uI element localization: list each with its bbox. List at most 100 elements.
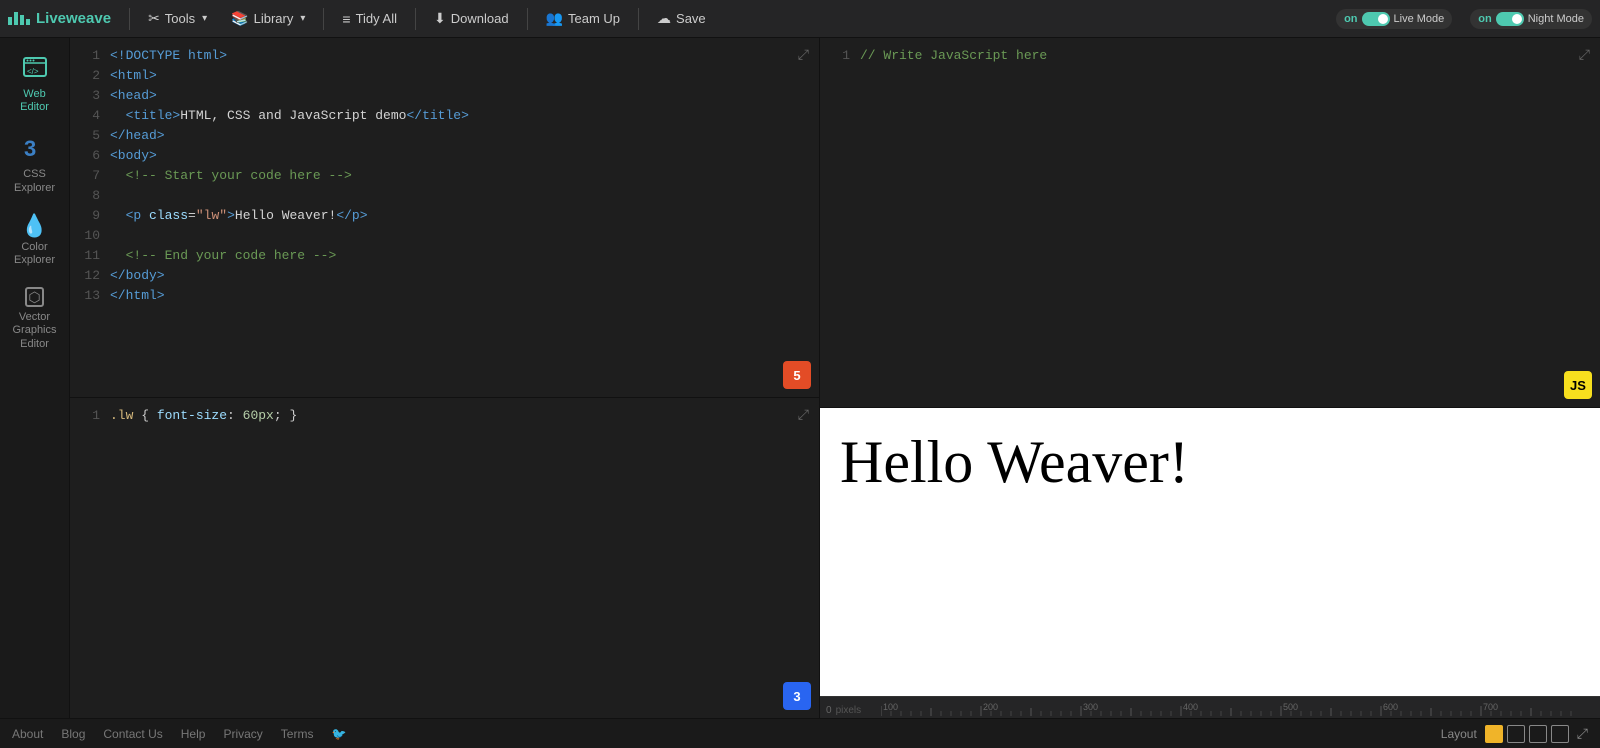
brand-name: Liveweave: [36, 10, 111, 27]
teamup-label: Team Up: [568, 11, 620, 26]
preview-panel: Hello Weaver! 0 pixels 100 200: [820, 408, 1600, 718]
js-code-content[interactable]: // Write JavaScript here: [856, 38, 1600, 407]
html-line-numbers: 12345 678910 111213: [70, 38, 106, 397]
nav-separator-5: [638, 8, 639, 30]
layout-icon-2[interactable]: [1507, 725, 1525, 743]
save-button[interactable]: ☁ Save: [647, 6, 716, 31]
svg-text:400: 400: [1183, 702, 1198, 712]
css-editor[interactable]: 1 .lw { font-size: 60px; }: [70, 398, 819, 718]
footer-blog[interactable]: Blog: [61, 727, 85, 741]
layout-icons: [1485, 725, 1569, 743]
html-expand-button[interactable]: ⤢: [796, 44, 811, 65]
sidebar-item-css-explorer[interactable]: 3 CSSExplorer: [4, 126, 66, 202]
tools-icon: ✂: [148, 10, 160, 27]
css-explorer-icon: 3: [22, 134, 48, 164]
download-label: Download: [451, 11, 509, 26]
vector-graphics-icon: ⬡: [25, 287, 43, 307]
html-editor[interactable]: 12345 678910 111213 <!DOCTYPE html> <htm…: [70, 38, 819, 397]
js-expand-button[interactable]: ⤢: [1577, 44, 1592, 65]
css-explorer-label: CSSExplorer: [14, 168, 55, 194]
html-badge: 5: [783, 361, 811, 389]
css-panel: ⤢ 1 .lw { font-size: 60px; } 3: [70, 398, 819, 718]
tools-button[interactable]: ✂ Tools ▾: [138, 6, 217, 31]
color-explorer-icon: 💧: [21, 215, 48, 237]
nav-separator-3: [415, 8, 416, 30]
layout-icon-4[interactable]: [1551, 725, 1569, 743]
footer: About Blog Contact Us Help Privacy Terms…: [0, 718, 1600, 748]
js-line-numbers: 1: [820, 38, 856, 407]
color-explorer-label: ColorExplorer: [14, 241, 55, 267]
footer-about[interactable]: About: [12, 727, 43, 741]
live-mode-switch[interactable]: [1362, 12, 1390, 26]
editors-area: ⤢ 12345 678910 111213 <!DOCTYPE html> <h…: [70, 38, 820, 718]
brand-logo[interactable]: Liveweave: [8, 10, 111, 27]
save-icon: ☁: [657, 10, 671, 27]
teamup-button[interactable]: 👥 Team Up: [536, 6, 630, 31]
fullscreen-button[interactable]: ⤢: [1577, 725, 1588, 742]
tidy-icon: ≡: [342, 11, 350, 27]
footer-help[interactable]: Help: [181, 727, 206, 741]
svg-text:</>: </>: [27, 67, 39, 76]
svg-text:300: 300: [1083, 702, 1098, 712]
night-mode-on: on: [1478, 13, 1491, 25]
library-icon: 📚: [231, 10, 248, 27]
svg-text:600: 600: [1383, 702, 1398, 712]
web-editor-icon: </>: [22, 54, 48, 84]
night-mode-switch[interactable]: [1496, 12, 1524, 26]
preview-frame: Hello Weaver!: [820, 408, 1600, 696]
toggle-group: on Live Mode on Night Mode: [1336, 9, 1592, 29]
download-button[interactable]: ⬇ Download: [424, 6, 519, 31]
library-label: Library: [254, 11, 294, 26]
topnav: Liveweave ✂ Tools ▾ 📚 Library ▾ ≡ Tidy A…: [0, 0, 1600, 38]
tools-chevron: ▾: [202, 13, 207, 24]
svg-text:100: 100: [883, 702, 898, 712]
main-content: </> WebEditor 3 CSSExplorer 💧 ColorExplo…: [0, 38, 1600, 718]
js-panel: ⤢ 1 // Write JavaScript here JS: [820, 38, 1600, 408]
css-expand-button[interactable]: ⤢: [796, 404, 811, 425]
sidebar-item-web-editor[interactable]: </> WebEditor: [4, 46, 66, 122]
preview-area: ⤢ 1 // Write JavaScript here JS Hello We…: [820, 38, 1600, 718]
ruler-pixels: pixels: [836, 705, 862, 716]
tidy-label: Tidy All: [356, 11, 397, 26]
footer-contact[interactable]: Contact Us: [103, 727, 162, 741]
css-code-content[interactable]: .lw { font-size: 60px; }: [106, 398, 819, 718]
nav-separator-1: [129, 8, 130, 30]
svg-text:700: 700: [1483, 702, 1498, 712]
layout-icon-1[interactable]: [1485, 725, 1503, 743]
sidebar: </> WebEditor 3 CSSExplorer 💧 ColorExplo…: [0, 38, 70, 718]
live-mode-on: on: [1344, 13, 1357, 25]
sidebar-item-color-explorer[interactable]: 💧 ColorExplorer: [4, 207, 66, 275]
nav-separator-4: [527, 8, 528, 30]
js-editor[interactable]: 1 // Write JavaScript here: [820, 38, 1600, 407]
tools-label: Tools: [165, 11, 195, 26]
js-badge: JS: [1564, 371, 1592, 399]
css-badge: 3: [783, 682, 811, 710]
vector-graphics-label: VectorGraphicsEditor: [12, 311, 56, 351]
svg-text:500: 500: [1283, 702, 1298, 712]
sidebar-item-vector-graphics[interactable]: ⬡ VectorGraphicsEditor: [4, 279, 66, 359]
night-mode-toggle[interactable]: on Night Mode: [1470, 9, 1592, 29]
footer-terms[interactable]: Terms: [281, 727, 314, 741]
svg-text:200: 200: [983, 702, 998, 712]
download-icon: ⬇: [434, 10, 446, 27]
preview-text: Hello Weaver!: [840, 428, 1189, 497]
live-mode-toggle[interactable]: on Live Mode: [1336, 9, 1452, 29]
svg-text:3: 3: [24, 136, 36, 160]
layout-icon-3[interactable]: [1529, 725, 1547, 743]
layout-label: Layout: [1441, 727, 1477, 741]
ruler-zero: 0: [820, 705, 836, 716]
library-button[interactable]: 📚 Library ▾: [221, 6, 315, 31]
footer-right: Layout ⤢: [1441, 725, 1588, 743]
tidy-button[interactable]: ≡ Tidy All: [332, 7, 407, 31]
nav-separator-2: [323, 8, 324, 30]
footer-privacy[interactable]: Privacy: [223, 727, 262, 741]
night-mode-label: Night Mode: [1528, 13, 1584, 25]
web-editor-label: WebEditor: [20, 88, 49, 114]
html-panel: ⤢ 12345 678910 111213 <!DOCTYPE html> <h…: [70, 38, 819, 398]
footer-twitter-icon[interactable]: 🐦: [331, 727, 346, 741]
teamup-icon: 👥: [546, 10, 563, 27]
ruler: 0 pixels 100 200 300 400: [820, 696, 1600, 718]
live-mode-label: Live Mode: [1394, 13, 1445, 25]
library-chevron: ▾: [300, 13, 305, 24]
html-code-content[interactable]: <!DOCTYPE html> <html> <head> <title>HTM…: [106, 38, 819, 397]
